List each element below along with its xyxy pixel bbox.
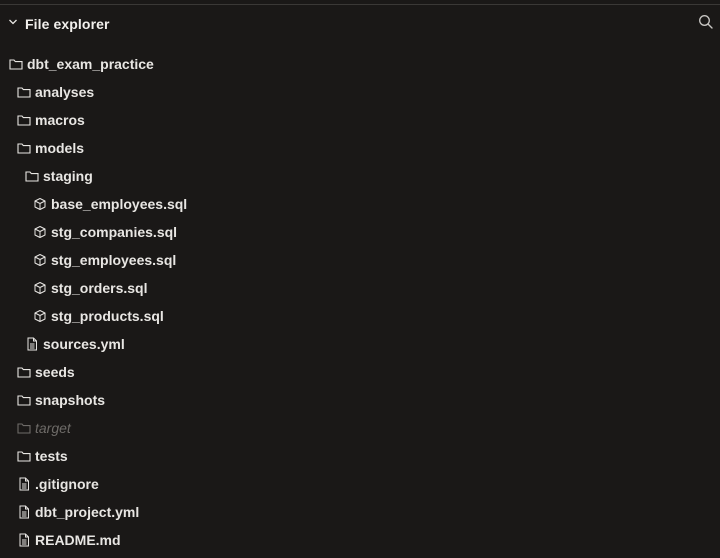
tree-item-label: analyses — [35, 84, 95, 100]
tree-item-label: stg_employees.sql — [51, 252, 177, 268]
file-explorer-header[interactable]: File explorer — [0, 5, 720, 43]
folder-icon — [17, 113, 31, 127]
file-icon — [17, 505, 31, 519]
tree-item-label: dbt_exam_practice — [27, 56, 154, 72]
cube-icon — [33, 309, 47, 323]
tree-item-seeds[interactable]: seeds — [0, 358, 720, 386]
folder-icon — [17, 393, 31, 407]
file-icon — [17, 533, 31, 547]
folder-icon — [17, 141, 31, 155]
file-icon — [17, 477, 31, 491]
cube-icon — [33, 281, 47, 295]
tree-item-tests[interactable]: tests — [0, 442, 720, 470]
cube-icon — [33, 253, 47, 267]
tree-item-base-employees-sql[interactable]: base_employees.sql — [0, 190, 720, 218]
folder-icon — [17, 421, 31, 435]
tree-item-dbt-exam-practice[interactable]: dbt_exam_practice — [0, 50, 720, 78]
folder-icon — [17, 365, 31, 379]
tree-item-stg-companies-sql[interactable]: stg_companies.sql — [0, 218, 720, 246]
tree-item-label: README.md — [35, 532, 121, 548]
tree-item-models[interactable]: models — [0, 134, 720, 162]
tree-item-target[interactable]: target — [0, 414, 720, 442]
tree-item-label: sources.yml — [43, 336, 125, 352]
tree-item-label: .gitignore — [35, 476, 99, 492]
tree-item-label: macros — [35, 112, 85, 128]
tree-item-label: models — [35, 140, 85, 156]
tree-item-label: dbt_project.yml — [35, 504, 140, 520]
tree-item-stg-employees-sql[interactable]: stg_employees.sql — [0, 246, 720, 274]
tree-item-label: tests — [35, 448, 68, 464]
tree-item-label: staging — [43, 168, 93, 184]
tree-item-stg-orders-sql[interactable]: stg_orders.sql — [0, 274, 720, 302]
cube-icon — [33, 197, 47, 211]
panel-title: File explorer — [25, 16, 110, 32]
cube-icon — [33, 225, 47, 239]
tree-item-gitignore[interactable]: .gitignore — [0, 470, 720, 498]
tree-item-sources-yml[interactable]: sources.yml — [0, 330, 720, 358]
tree-item-label: stg_orders.sql — [51, 280, 148, 296]
folder-icon — [9, 57, 23, 71]
tree-item-dbt-project-yml[interactable]: dbt_project.yml — [0, 498, 720, 526]
tree-item-stg-products-sql[interactable]: stg_products.sql — [0, 302, 720, 330]
file-icon — [25, 337, 39, 351]
tree-item-label: stg_products.sql — [51, 308, 164, 324]
tree-item-readme-md[interactable]: README.md — [0, 526, 720, 554]
tree-item-label: snapshots — [35, 392, 106, 408]
tree-item-analyses[interactable]: analyses — [0, 78, 720, 106]
tree-item-label: seeds — [35, 364, 75, 380]
folder-icon — [17, 85, 31, 99]
tree-item-label: base_employees.sql — [51, 196, 188, 212]
tree-item-snapshots[interactable]: snapshots — [0, 386, 720, 414]
folder-icon — [25, 169, 39, 183]
tree-item-label: target — [35, 420, 71, 436]
tree-item-macros[interactable]: macros — [0, 106, 720, 134]
folder-icon — [17, 449, 31, 463]
tree-item-staging[interactable]: staging — [0, 162, 720, 190]
search-icon[interactable] — [698, 14, 714, 30]
tree-item-label: stg_companies.sql — [51, 224, 178, 240]
chevron-down-icon[interactable] — [8, 17, 18, 27]
